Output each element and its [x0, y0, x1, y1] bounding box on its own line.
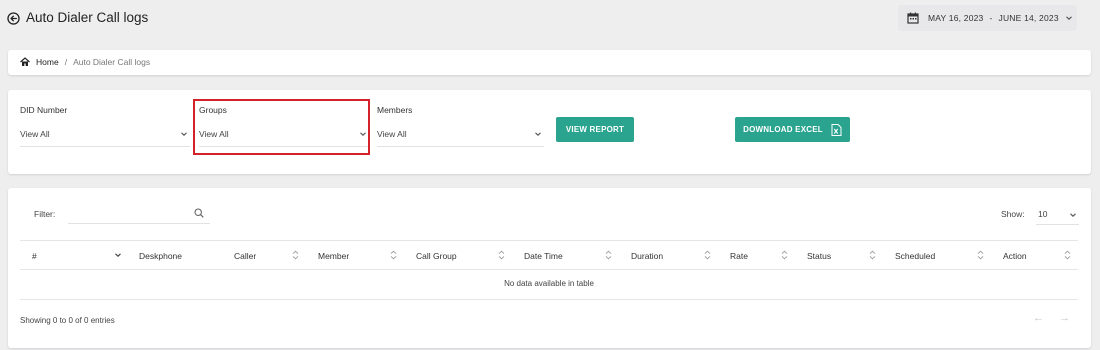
column-header-scheduled[interactable]: Scheduled: [895, 251, 935, 261]
date-range-picker[interactable]: MAY 16, 2023 - JUNE 14, 2023: [898, 5, 1077, 31]
page-title: Auto Dialer Call logs: [26, 10, 149, 25]
column-header-number[interactable]: #: [32, 251, 37, 261]
date-range-start: MAY 16, 2023: [928, 13, 984, 23]
sort-icon[interactable]: [292, 250, 299, 260]
breadcrumb-current: Auto Dialer Call logs: [73, 57, 151, 67]
breadcrumb-separator: /: [64, 57, 68, 67]
page-size-label: Show:: [1001, 209, 1025, 219]
column-header-action[interactable]: Action: [1003, 251, 1027, 261]
sort-icon[interactable]: [869, 250, 876, 260]
members-value: View All: [377, 129, 407, 139]
call-logs-table-card: Filter: Show: 10 # Deskphone Caller Memb…: [8, 188, 1091, 348]
pagination-previous-button[interactable]: ←: [1033, 312, 1044, 324]
empty-table-message: No data available in table: [20, 270, 1078, 300]
chevron-down-icon: [181, 132, 187, 136]
table-filter-label: Filter:: [34, 209, 56, 219]
sort-icon[interactable]: [781, 250, 788, 260]
sort-icon[interactable]: [605, 250, 612, 260]
download-excel-label: DOWNLOAD EXCEL: [743, 125, 823, 134]
column-header-deskphone[interactable]: Deskphone: [139, 251, 182, 261]
column-header-date-time[interactable]: Date Time: [524, 251, 563, 261]
column-header-call-group[interactable]: Call Group: [416, 251, 457, 261]
search-icon[interactable]: [194, 208, 204, 218]
sort-icon[interactable]: [390, 250, 397, 260]
sort-icon[interactable]: [704, 250, 711, 260]
breadcrumb: Home / Auto Dialer Call logs: [20, 57, 150, 67]
calendar-icon: [907, 12, 919, 24]
pagination-next-button[interactable]: →: [1059, 312, 1070, 324]
download-excel-button[interactable]: DOWNLOAD EXCEL: [735, 117, 850, 142]
column-header-rate[interactable]: Rate: [730, 251, 748, 261]
members-select[interactable]: View All: [377, 127, 544, 147]
view-report-label: VIEW REPORT: [565, 125, 625, 134]
sort-icon[interactable]: [977, 250, 984, 260]
column-header-status[interactable]: Status: [807, 251, 831, 261]
members-label: Members: [377, 105, 413, 115]
sort-icon[interactable]: [498, 250, 505, 260]
chevron-down-icon[interactable]: [114, 251, 122, 259]
back-arrow-icon[interactable]: [7, 12, 20, 25]
filters-card: DID Number View All Groups View All Memb…: [8, 90, 1091, 174]
column-header-duration[interactable]: Duration: [631, 251, 663, 261]
date-range-end: JUNE 14, 2023: [998, 13, 1059, 23]
did-number-value: View All: [20, 129, 50, 139]
groups-highlight-box: [193, 99, 370, 155]
chevron-down-icon: [1070, 213, 1076, 217]
date-range-separator: -: [989, 13, 993, 23]
chevron-down-icon: [535, 132, 541, 136]
column-header-member[interactable]: Member: [318, 251, 349, 261]
page-size-select[interactable]: 10: [1036, 202, 1079, 225]
view-report-button[interactable]: VIEW REPORT: [556, 117, 634, 142]
page-size-value: 10: [1038, 209, 1048, 219]
home-icon[interactable]: [20, 57, 30, 67]
top-bar: Auto Dialer Call logs MAY 16, 2023 - JUN…: [0, 0, 1100, 40]
breadcrumb-card: Home / Auto Dialer Call logs: [8, 50, 1091, 75]
sort-icon[interactable]: [1064, 250, 1071, 260]
table-filter-input[interactable]: [68, 202, 210, 224]
table-header-row: # Deskphone Caller Member Call Group Dat…: [20, 240, 1078, 270]
breadcrumb-home-link[interactable]: Home: [36, 57, 59, 67]
column-header-caller[interactable]: Caller: [234, 251, 256, 261]
did-number-label: DID Number: [20, 105, 68, 115]
table-info-text: Showing 0 to 0 of 0 entries: [20, 316, 115, 325]
chevron-down-icon: [1065, 16, 1072, 20]
did-number-filter: DID Number View All: [20, 90, 190, 160]
excel-icon: [831, 123, 842, 136]
did-number-select[interactable]: View All: [20, 127, 190, 147]
members-filter: Members View All: [377, 90, 544, 160]
